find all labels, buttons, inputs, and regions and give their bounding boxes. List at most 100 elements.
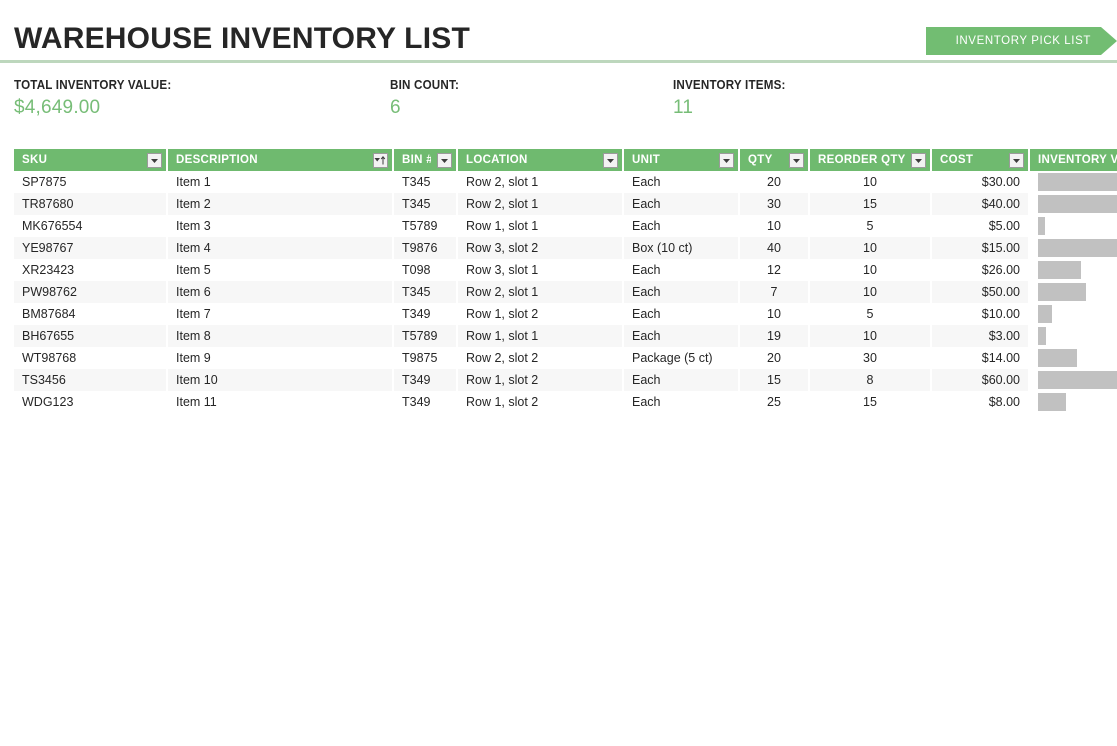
table-row[interactable]: YE98767 Item 4 T9876 Row 3, slot 2 Box (10 c… [14, 237, 1117, 259]
cell-unit: Each [624, 325, 740, 347]
cell-bin: T345 [394, 171, 458, 193]
cell-unit: Each [624, 215, 740, 237]
cell-reorder: 10 [810, 171, 932, 193]
cell-cost: $5.00 [932, 215, 1030, 237]
cell-qty: 12 [740, 259, 810, 281]
cell-cost: $10.00 [932, 303, 1030, 325]
cell-cost: $30.00 [932, 171, 1030, 193]
cell-bin: T5789 [394, 325, 458, 347]
table-row[interactable]: XR23423 Item 5 T098 Row 3, slot 1 Each 12 10 $2… [14, 259, 1117, 281]
column-header-unit[interactable]: UNIT [624, 149, 740, 171]
cell-inventory-value-databar [1030, 391, 1117, 413]
cell-bin: T098 [394, 259, 458, 281]
cell-unit: Each [624, 391, 740, 413]
cell-loc: Row 1, slot 1 [458, 325, 624, 347]
cell-unit: Each [624, 259, 740, 281]
column-header-label: INVENTORY VALUE [1038, 154, 1117, 166]
cell-sku: SP7875 [14, 171, 168, 193]
column-header-cost[interactable]: COST [932, 149, 1030, 171]
cell-desc: Item 2 [168, 193, 394, 215]
filter-dropdown-icon[interactable] [719, 152, 734, 168]
cell-reorder: 5 [810, 303, 932, 325]
table-row[interactable]: MK676554 Item 3 T5789 Row 1, slot 1 Each 10 5 $… [14, 215, 1117, 237]
cell-qty: 40 [740, 237, 810, 259]
cell-loc: Row 2, slot 1 [458, 193, 624, 215]
cell-reorder: 10 [810, 281, 932, 303]
cell-sku: TS3456 [14, 369, 168, 391]
column-header-label: LOCATION [466, 154, 528, 166]
cell-cost: $26.00 [932, 259, 1030, 281]
cell-loc: Row 2, slot 1 [458, 281, 624, 303]
page-title: WAREHOUSE INVENTORY LIST [14, 22, 470, 55]
cell-inventory-value-databar [1030, 237, 1117, 259]
cell-cost: $8.00 [932, 391, 1030, 413]
table-row[interactable]: BM87684 Item 7 T349 Row 1, slot 2 Each 10 5 $10… [14, 303, 1117, 325]
inventory-pick-list-banner[interactable]: INVENTORY PICK LIST [925, 27, 1117, 55]
cell-bin: T349 [394, 303, 458, 325]
table-row[interactable]: WT98768 Item 9 T9875 Row 2, slot 2 Package (… [14, 347, 1117, 369]
column-header-sku[interactable]: SKU [14, 149, 168, 171]
cell-unit: Package (5 ct) [624, 347, 740, 369]
summary-label: TOTAL INVENTORY VALUE: [14, 78, 172, 92]
cell-cost: $14.00 [932, 347, 1030, 369]
cell-bin: T5789 [394, 215, 458, 237]
table-row[interactable]: PW98762 Item 6 T345 Row 2, slot 1 Each 7 10 $50… [14, 281, 1117, 303]
cell-qty: 25 [740, 391, 810, 413]
filter-dropdown-icon[interactable] [147, 152, 162, 168]
cell-bin: T9875 [394, 347, 458, 369]
cell-qty: 15 [740, 369, 810, 391]
column-header-loc[interactable]: LOCATION [458, 149, 624, 171]
table-body: SP7875 Item 1 T345 Row 2, slot 1 Each 20 10 $30… [14, 171, 1117, 413]
cell-desc: Item 11 [168, 391, 394, 413]
table-row[interactable]: WDG123 Item 11 T349 Row 1, slot 2 Each 25 15 $8… [14, 391, 1117, 413]
table-header-row: SKU DESCRIPTION BIN # LOCATION UNIT QTY REORDE… [14, 149, 1117, 171]
cell-desc: Item 1 [168, 171, 394, 193]
filter-dropdown-icon[interactable] [603, 152, 618, 168]
column-header-reorder[interactable]: REORDER QTY [810, 149, 932, 171]
cell-qty: 10 [740, 303, 810, 325]
cell-cost: $40.00 [932, 193, 1030, 215]
table-row[interactable]: BH67655 Item 8 T5789 Row 1, slot 1 Each 19 10 $… [14, 325, 1117, 347]
cell-sku: TR87680 [14, 193, 168, 215]
filter-dropdown-icon[interactable] [911, 152, 926, 168]
table-row[interactable]: TS3456 Item 10 T349 Row 1, slot 2 Each 15 8 $60… [14, 369, 1117, 391]
cell-inventory-value-databar [1030, 303, 1117, 325]
cell-desc: Item 8 [168, 325, 394, 347]
cell-loc: Row 1, slot 2 [458, 303, 624, 325]
cell-cost: $60.00 [932, 369, 1030, 391]
cell-reorder: 15 [810, 391, 932, 413]
column-header-desc[interactable]: DESCRIPTION [168, 149, 394, 171]
column-header-qty[interactable]: QTY [740, 149, 810, 171]
cell-cost: $50.00 [932, 281, 1030, 303]
filter-dropdown-icon[interactable] [789, 152, 804, 168]
filter-dropdown-icon[interactable] [1009, 152, 1024, 168]
column-header-bin[interactable]: BIN # [394, 149, 458, 171]
column-header-invval[interactable]: INVENTORY VALUE [1030, 149, 1117, 171]
column-header-label: QTY [748, 154, 773, 166]
title-divider [0, 60, 1117, 63]
cell-qty: 10 [740, 215, 810, 237]
cell-bin: T9876 [394, 237, 458, 259]
data-bar [1038, 173, 1117, 191]
table-row[interactable]: TR87680 Item 2 T345 Row 2, slot 1 Each 30 15 $4… [14, 193, 1117, 215]
cell-loc: Row 1, slot 1 [458, 215, 624, 237]
cell-unit: Each [624, 171, 740, 193]
cell-cost: $15.00 [932, 237, 1030, 259]
filter-dropdown-icon[interactable] [437, 152, 452, 168]
cell-sku: MK676554 [14, 215, 168, 237]
data-bar [1038, 305, 1052, 323]
summary-label: INVENTORY ITEMS: [673, 78, 786, 92]
cell-loc: Row 3, slot 2 [458, 237, 624, 259]
data-bar [1038, 261, 1082, 279]
cell-qty: 19 [740, 325, 810, 347]
summary-value: 6 [390, 97, 401, 118]
cell-inventory-value-databar [1030, 259, 1117, 281]
table-row[interactable]: SP7875 Item 1 T345 Row 2, slot 1 Each 20 10 $30… [14, 171, 1117, 193]
filter-sorted-icon[interactable] [373, 152, 388, 168]
cell-sku: PW98762 [14, 281, 168, 303]
cell-sku: WT98768 [14, 347, 168, 369]
data-bar [1038, 393, 1066, 411]
column-header-label: SKU [22, 154, 48, 166]
column-header-label: REORDER QTY [818, 154, 905, 166]
cell-inventory-value-databar [1030, 281, 1117, 303]
